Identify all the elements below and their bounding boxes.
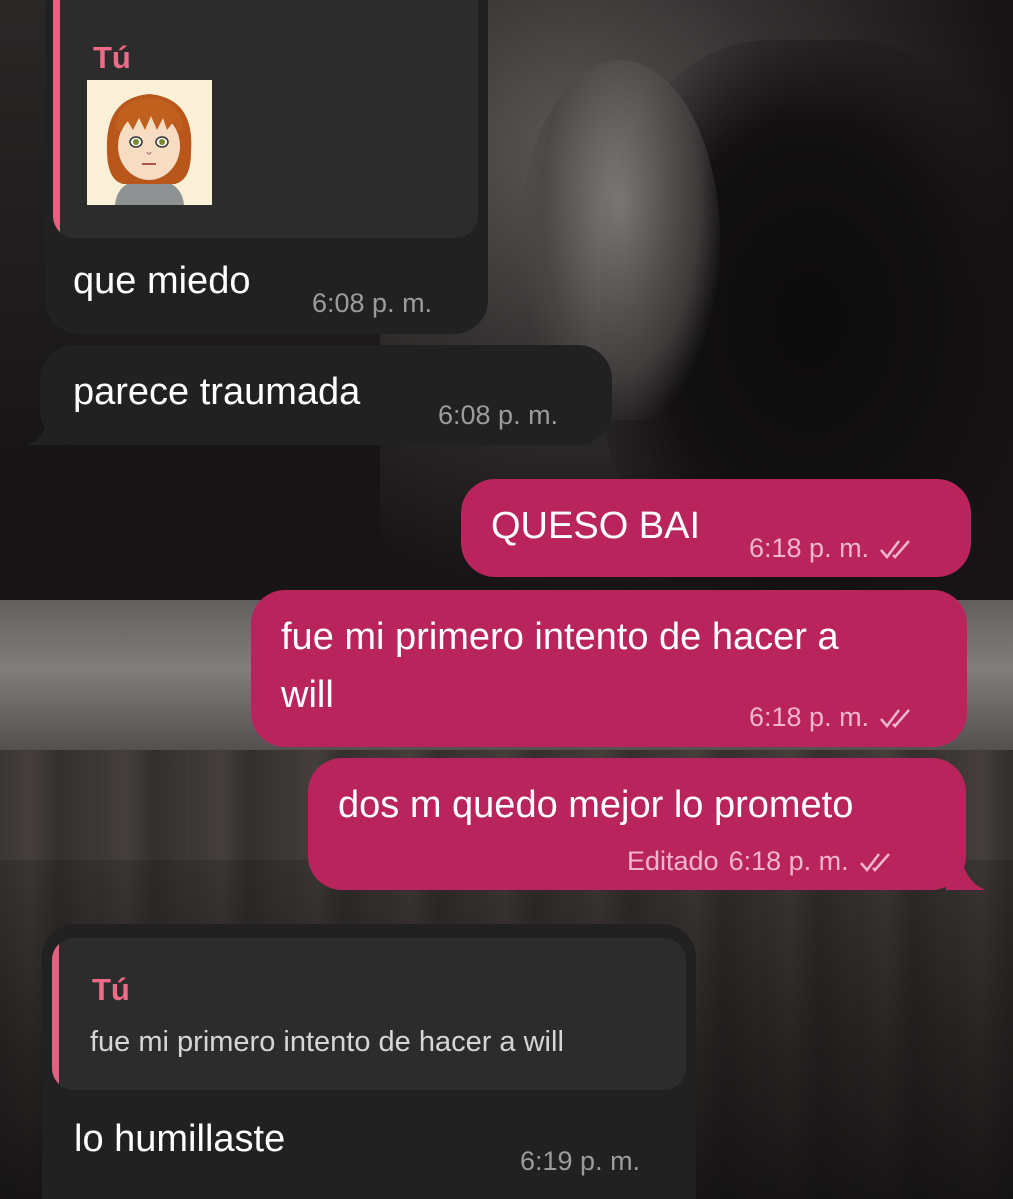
message-text: QUESO BAI: [491, 505, 701, 547]
reply-accent-bar: [53, 0, 60, 238]
message-meta: 6:18 p. m.: [749, 702, 915, 733]
bubble-tail-outgoing: [946, 845, 986, 890]
avatar: [87, 80, 212, 205]
double-check-icon: [859, 852, 890, 872]
outgoing-message-5[interactable]: dos m quedo mejor lo prometo Editado 6:1…: [308, 758, 966, 890]
outgoing-message-3[interactable]: QUESO BAI 6:18 p. m.: [461, 479, 971, 577]
message-meta: Editado 6:18 p. m.: [627, 846, 895, 877]
message-text: que miedo: [73, 260, 251, 302]
message-time: 6:08 p. m.: [312, 288, 433, 318]
reply-author: Tú: [92, 972, 130, 1007]
message-text: lo humillaste: [74, 1118, 286, 1160]
message-meta: 6:18 p. m.: [749, 533, 915, 564]
message-text: parece traumada: [73, 371, 361, 413]
message-text-line-2: will: [281, 674, 334, 716]
outgoing-message-4[interactable]: fue mi primero intento de hacer a will 6…: [251, 590, 967, 747]
reply-author: Tú: [93, 40, 131, 75]
edited-label: Editado: [627, 846, 719, 876]
double-check-icon: [880, 708, 911, 728]
reply-quote[interactable]: Tú fue mi primero intento de hacer a wil…: [52, 938, 686, 1090]
reply-quote[interactable]: Tú: [53, 0, 478, 238]
incoming-message-6[interactable]: Tú fue mi primero intento de hacer a wil…: [42, 924, 696, 1199]
message-time: 6:19 p. m.: [520, 1146, 641, 1176]
message-text: dos m quedo mejor lo prometo: [338, 784, 854, 826]
incoming-message-1[interactable]: Tú que miedo 6:08 p. m.: [45, 0, 488, 334]
reply-text: fue mi primero intento de hacer a will: [90, 1026, 564, 1058]
incoming-message-2[interactable]: parece traumada 6:08 p. m.: [40, 345, 612, 445]
reply-accent-bar: [52, 938, 59, 1090]
message-time: 6:08 p. m.: [438, 400, 559, 430]
bubble-tail-incoming: [26, 400, 66, 445]
message-text-line-1: fue mi primero intento de hacer a: [281, 616, 839, 658]
double-check-icon: [880, 539, 911, 559]
